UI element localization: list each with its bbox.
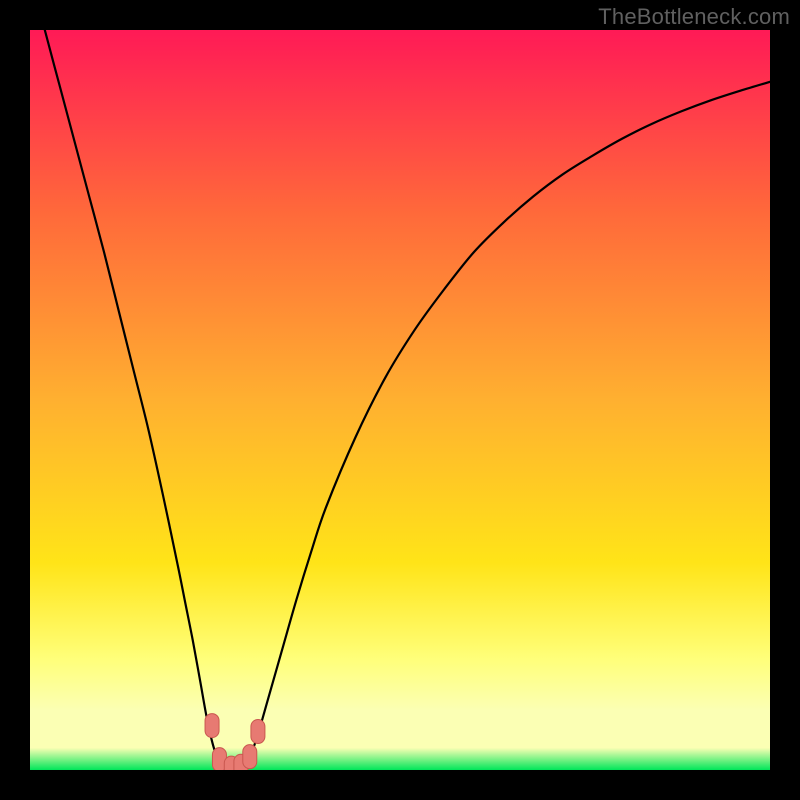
curve-marker xyxy=(243,745,257,769)
curve-marker xyxy=(205,714,219,738)
plot-area xyxy=(30,30,770,770)
outer-frame: TheBottleneck.com xyxy=(0,0,800,800)
curve-marker xyxy=(251,720,265,744)
bottleneck-chart xyxy=(30,30,770,770)
attribution-text: TheBottleneck.com xyxy=(598,4,790,30)
